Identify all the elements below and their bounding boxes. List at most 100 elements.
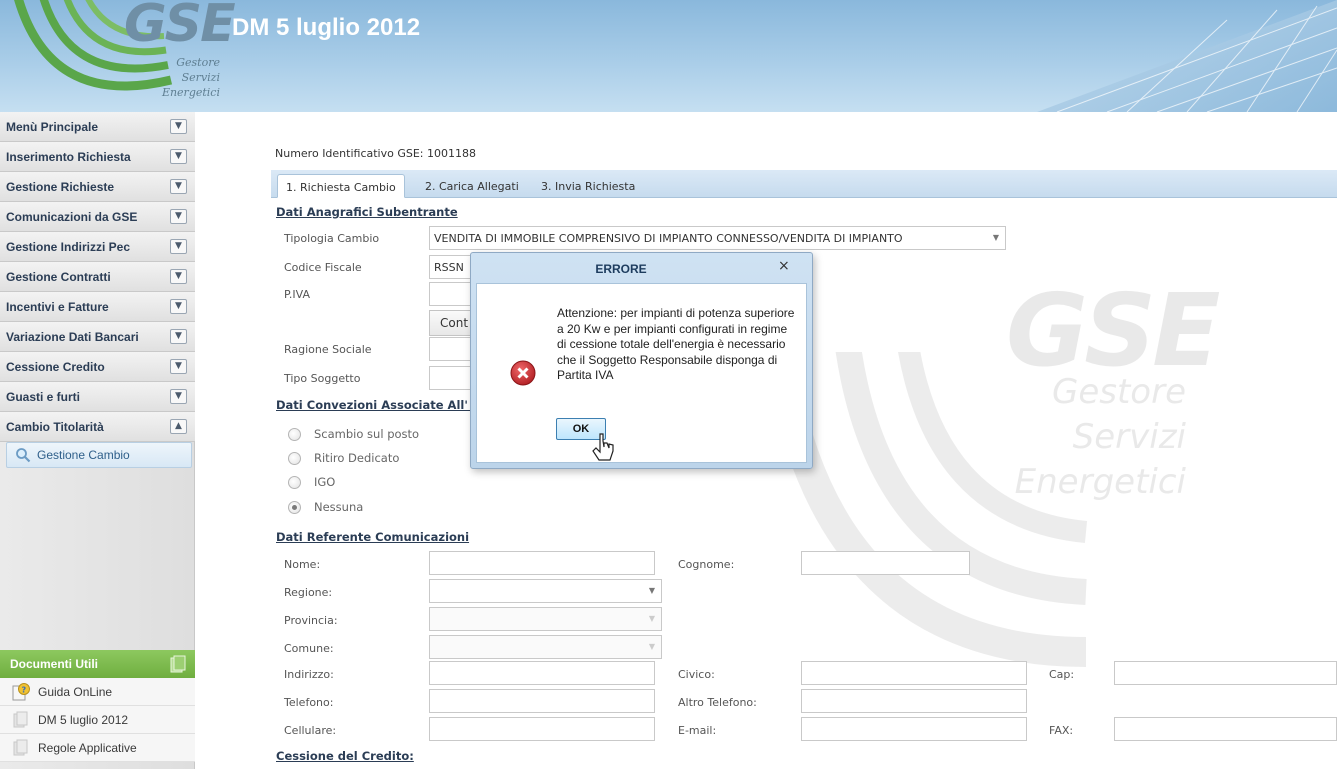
cap-label: Cap: bbox=[1049, 668, 1075, 681]
email-label: E-mail: bbox=[678, 724, 717, 737]
codice-fiscale-label: Codice Fiscale bbox=[284, 261, 362, 274]
sidebar-item-label: Guasti e furti bbox=[6, 390, 81, 404]
sidebar-subitem-gestione-cambio[interactable]: Gestione Cambio bbox=[6, 442, 192, 468]
radio-nessuna[interactable] bbox=[288, 501, 301, 514]
app-header: GSE Gestore Servizi Energetici DM 5 lugl… bbox=[0, 0, 1337, 112]
doc-item-dm-5-luglio[interactable]: DM 5 luglio 2012 bbox=[0, 706, 195, 734]
doc-item-label: DM 5 luglio 2012 bbox=[38, 713, 129, 727]
cellulare-input[interactable] bbox=[429, 717, 655, 741]
radio-ritiro-dedicato[interactable] bbox=[288, 452, 301, 465]
document-icon bbox=[13, 739, 28, 756]
comune-select[interactable]: ▼ bbox=[429, 635, 662, 659]
civico-label: Civico: bbox=[678, 668, 715, 681]
ragione-sociale-label: Ragione Sociale bbox=[284, 343, 372, 356]
chevron-up-icon[interactable]: ▲ bbox=[170, 419, 187, 434]
chevron-down-icon[interactable]: ▼ bbox=[170, 359, 187, 374]
indirizzo-input[interactable] bbox=[429, 661, 655, 685]
radio-igo[interactable] bbox=[288, 476, 301, 489]
sidebar-item-inserimento-richiesta[interactable]: Inserimento Richiesta ▼ bbox=[0, 142, 195, 172]
provincia-label: Provincia: bbox=[284, 614, 338, 627]
sidebar-item-cessione-credito[interactable]: Cessione Credito ▼ bbox=[0, 352, 195, 382]
chevron-down-icon[interactable]: ▼ bbox=[170, 239, 187, 254]
sidebar-item-menu-principale[interactable]: Menù Principale ▼ bbox=[0, 112, 195, 142]
sidebar: Menù Principale ▼ Inserimento Richiesta … bbox=[0, 112, 195, 769]
watermark-line-2: Servizi bbox=[1072, 417, 1186, 457]
chevron-down-icon[interactable]: ▼ bbox=[170, 119, 187, 134]
tipo-soggetto-label: Tipo Soggetto bbox=[284, 372, 361, 385]
tab-carica-allegati[interactable]: 2. Carica Allegati bbox=[417, 174, 527, 198]
chevron-down-icon[interactable]: ▼ bbox=[170, 269, 187, 284]
nome-input[interactable] bbox=[429, 551, 655, 575]
logo-line-3: Energetici bbox=[161, 86, 220, 99]
email-input[interactable] bbox=[801, 717, 1027, 741]
telefono-label: Telefono: bbox=[284, 696, 334, 709]
telefono-input[interactable] bbox=[429, 689, 655, 713]
radio-label: IGO bbox=[314, 475, 336, 489]
chevron-down-icon[interactable]: ▼ bbox=[170, 209, 187, 224]
documenti-utili-title: Documenti Utili bbox=[10, 657, 99, 671]
sidebar-item-label: Gestione Richieste bbox=[6, 180, 115, 194]
tipologia-select[interactable]: VENDITA DI IMMOBILE COMPRENSIVO DI IMPIA… bbox=[429, 226, 1006, 250]
error-dialog: ERRORE × Attenzione: per impianti di pot… bbox=[470, 252, 813, 469]
sidebar-item-label: Cessione Credito bbox=[6, 360, 105, 374]
app-title: DM 5 luglio 2012 bbox=[232, 14, 421, 41]
mouse-pointer-icon bbox=[592, 433, 614, 461]
chevron-down-icon: ▼ bbox=[648, 642, 655, 651]
section-dati-referente: Dati Referente Comunicazioni bbox=[276, 530, 470, 544]
provincia-select[interactable]: ▼ bbox=[429, 607, 662, 631]
doc-item-regole-applicative[interactable]: Regole Applicative bbox=[0, 734, 195, 762]
regione-label: Regione: bbox=[284, 586, 333, 599]
gse-watermark: GSE Gestore Servizi Energetici bbox=[756, 272, 1220, 672]
cellulare-label: Cellulare: bbox=[284, 724, 337, 737]
cognome-input[interactable] bbox=[801, 551, 970, 575]
doc-item-label: Regole Applicative bbox=[38, 741, 137, 755]
error-message: Attenzione: per impianti di potenza supe… bbox=[557, 306, 795, 382]
chevron-down-icon: ▼ bbox=[992, 233, 999, 242]
close-icon[interactable]: × bbox=[778, 258, 790, 274]
altro-telefono-label: Altro Telefono: bbox=[678, 696, 757, 709]
radio-label: Nessuna bbox=[314, 500, 364, 514]
indirizzo-label: Indirizzo: bbox=[284, 668, 334, 681]
sidebar-item-indirizzi-pec[interactable]: Gestione Indirizzi Pec ▼ bbox=[0, 232, 195, 262]
chevron-down-icon[interactable]: ▼ bbox=[170, 179, 187, 194]
chevron-down-icon[interactable]: ▼ bbox=[170, 329, 187, 344]
gse-logo[interactable]: GSE Gestore Servizi Energetici bbox=[6, 0, 236, 112]
fax-input[interactable] bbox=[1114, 717, 1337, 741]
solar-panel-image bbox=[1037, 0, 1337, 112]
nome-label: Nome: bbox=[284, 558, 321, 571]
svg-text:?: ? bbox=[22, 686, 27, 695]
doc-item-guida-online[interactable]: ? Guida OnLine bbox=[0, 678, 195, 706]
tab-invia-richiesta[interactable]: 3. Invia Richiesta bbox=[533, 174, 643, 198]
section-dati-convenzioni: Dati Convezioni Associate All' in bbox=[276, 398, 484, 412]
chevron-down-icon: ▼ bbox=[648, 614, 655, 623]
civico-input[interactable] bbox=[801, 661, 1027, 685]
logo-text: GSE bbox=[124, 0, 236, 54]
tab-richiesta-cambio[interactable]: 1. Richiesta Cambio bbox=[277, 174, 405, 198]
sidebar-item-guasti-furti[interactable]: Guasti e furti ▼ bbox=[0, 382, 195, 412]
sidebar-item-incentivi[interactable]: Incentivi e Fatture ▼ bbox=[0, 292, 195, 322]
altro-telefono-input[interactable] bbox=[801, 689, 1027, 713]
dialog-title: ERRORE bbox=[595, 262, 647, 276]
chevron-down-icon[interactable]: ▼ bbox=[170, 389, 187, 404]
radio-scambio-sul-posto[interactable] bbox=[288, 428, 301, 441]
tipologia-value: VENDITA DI IMMOBILE COMPRENSIVO DI IMPIA… bbox=[434, 232, 903, 245]
tab-bar: 1. Richiesta Cambio 2. Carica Allegati 3… bbox=[271, 170, 1337, 198]
sidebar-item-dati-bancari[interactable]: Variazione Dati Bancari ▼ bbox=[0, 322, 195, 352]
sidebar-item-gestione-richieste[interactable]: Gestione Richieste ▼ bbox=[0, 172, 195, 202]
chevron-down-icon[interactable]: ▼ bbox=[170, 149, 187, 164]
watermark-line-3: Energetici bbox=[1014, 462, 1186, 502]
sidebar-item-label: Cambio Titolarità bbox=[6, 420, 104, 434]
sidebar-subitem-label: Gestione Cambio bbox=[37, 448, 130, 462]
regione-select[interactable]: ▼ bbox=[429, 579, 662, 603]
piva-label: P.IVA bbox=[284, 288, 311, 301]
sidebar-item-gestione-contratti[interactable]: Gestione Contratti ▼ bbox=[0, 262, 195, 292]
fax-label: FAX: bbox=[1049, 724, 1074, 737]
error-icon bbox=[510, 360, 536, 386]
sidebar-item-cambio-titolarita[interactable]: Cambio Titolarità ▲ bbox=[0, 412, 195, 442]
sidebar-item-label: Incentivi e Fatture bbox=[6, 300, 109, 314]
cap-input[interactable] bbox=[1114, 661, 1337, 685]
search-icon bbox=[16, 448, 31, 463]
sidebar-item-comunicazioni[interactable]: Comunicazioni da GSE ▼ bbox=[0, 202, 195, 232]
radio-label: Ritiro Dedicato bbox=[314, 451, 400, 465]
chevron-down-icon[interactable]: ▼ bbox=[170, 299, 187, 314]
